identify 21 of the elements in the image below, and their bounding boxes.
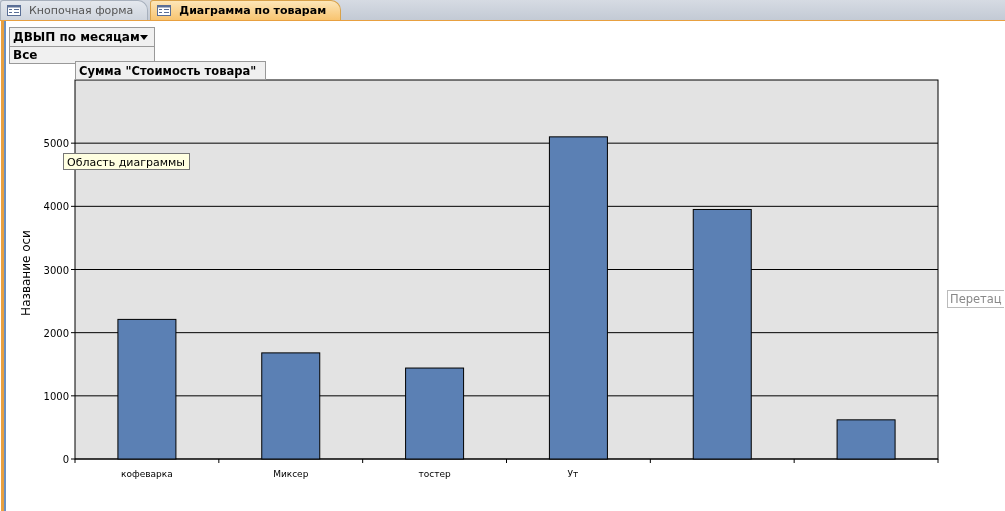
form-icon xyxy=(157,5,172,16)
category-label: кофеварка xyxy=(121,469,173,479)
category-label: Миксер xyxy=(273,469,309,479)
form-icon xyxy=(7,5,21,16)
axis-tick-label: 5000 xyxy=(43,138,69,150)
chart-title: Сумма "Стоимость товара" xyxy=(75,61,266,80)
drop-zone: Перетац xyxy=(947,290,1004,308)
axis-tick-label: 2000 xyxy=(43,327,69,339)
tab[interactable]: Диаграмма по товарам xyxy=(150,0,342,20)
axis-tick-label: 1000 xyxy=(43,390,69,402)
category-label: тостер xyxy=(418,469,451,479)
axis-tick-label: 0 xyxy=(62,454,69,465)
dropdown-arrow-icon xyxy=(140,34,148,40)
axis-tick-label: 4000 xyxy=(43,201,69,213)
tab[interactable]: Кнопочная форма xyxy=(0,0,149,20)
axis-title: Название оси xyxy=(19,230,33,316)
chart-title: Сумма "Стоимость товара" xyxy=(79,64,257,78)
filter-field[interactable]: ДВЫП по месяцам xyxy=(9,27,155,47)
tooltip: Область диаграммы xyxy=(63,153,190,170)
category-label: Ут xyxy=(567,469,579,479)
axis-tick-label: 3000 xyxy=(43,264,69,276)
